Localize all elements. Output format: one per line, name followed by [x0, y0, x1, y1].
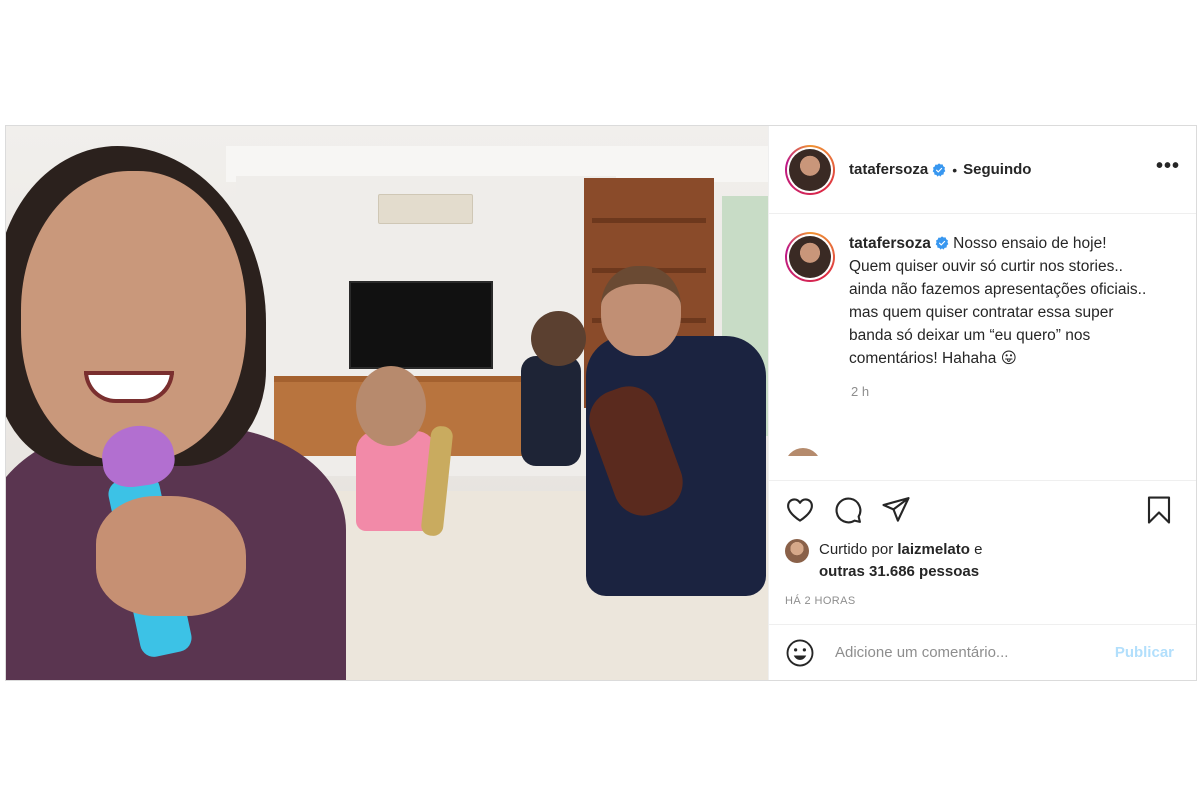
- caption-time[interactable]: 2 h: [851, 384, 1180, 399]
- photo-girl-head: [356, 366, 426, 446]
- likes-prefix: Curtido por: [819, 541, 894, 558]
- photo-woman-face: [21, 171, 246, 461]
- instagram-post: tatafersoza • Seguindo ••• tatafersoza N…: [5, 125, 1197, 681]
- comment-icon[interactable]: [833, 495, 863, 525]
- more-options-icon[interactable]: •••: [1156, 155, 1180, 184]
- liker-username[interactable]: laizmelato: [897, 541, 970, 558]
- actions-section: Curtido por laizmelato e outras 31.686 p…: [769, 480, 1196, 624]
- post-side-panel: tatafersoza • Seguindo ••• tatafersoza N…: [768, 126, 1196, 680]
- comment-input[interactable]: Adicione um comentário...: [835, 644, 1115, 661]
- comments-section: tatafersoza Nosso ensaio de hoje! Quem q…: [769, 214, 1196, 480]
- photo-air-conditioner: [378, 194, 473, 224]
- photo-woman-hand: [96, 496, 246, 616]
- caption-username[interactable]: tatafersoza: [849, 235, 931, 252]
- likes-conjunction: e: [974, 541, 983, 558]
- caption-avatar[interactable]: [785, 232, 835, 282]
- action-bar: [785, 493, 1180, 527]
- follow-status-button[interactable]: Seguindo: [963, 161, 1031, 178]
- caption: tatafersoza Nosso ensaio de hoje! Quem q…: [785, 232, 1180, 370]
- comment-avatar: [785, 448, 821, 456]
- caption-avatar-image: [789, 236, 831, 278]
- heart-icon[interactable]: [785, 495, 815, 525]
- caption-text: Nosso ensaio de hoje! Quem quiser ouvir …: [849, 235, 1147, 367]
- likes-summary: Curtido por laizmelato e outras 31.686 p…: [785, 539, 1180, 583]
- comment-preview-clipped: [785, 448, 1085, 456]
- publish-button[interactable]: Publicar: [1115, 644, 1174, 661]
- bookmark-icon[interactable]: [1144, 495, 1174, 525]
- liker-avatar[interactable]: [785, 539, 809, 563]
- emoji-icon[interactable]: [785, 638, 815, 668]
- add-comment-bar: Adicione um comentário... Publicar: [769, 624, 1196, 680]
- avatar-image: [789, 148, 831, 191]
- header-username[interactable]: tatafersoza: [849, 161, 928, 178]
- verified-badge-icon: [932, 162, 946, 177]
- header-separator: •: [952, 161, 958, 178]
- photo-boy-head: [531, 311, 586, 366]
- post-header: tatafersoza • Seguindo •••: [769, 126, 1196, 214]
- verified-badge-icon: [935, 236, 949, 250]
- post-photo[interactable]: [6, 126, 768, 680]
- post-timestamp[interactable]: HÁ 2 HORAS: [785, 595, 1180, 607]
- photo-boy-body: [521, 356, 581, 466]
- share-icon[interactable]: [881, 495, 911, 525]
- likes-others-link[interactable]: outras 31.686 pessoas: [819, 563, 979, 580]
- avatar[interactable]: [785, 144, 835, 195]
- caption-text-block: tatafersoza Nosso ensaio de hoje! Quem q…: [849, 232, 1149, 370]
- likes-text: Curtido por laizmelato e outras 31.686 p…: [819, 539, 982, 583]
- photo-man-head: [601, 266, 681, 356]
- photo-tv: [349, 281, 493, 369]
